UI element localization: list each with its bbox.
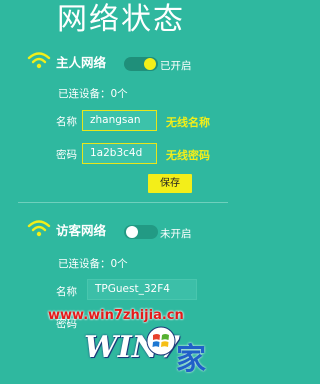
section-divider xyxy=(18,202,228,203)
guest-network-title: 访客网络 xyxy=(56,223,107,238)
toggle-knob xyxy=(144,58,156,70)
guest-network-toggle[interactable] xyxy=(124,225,158,239)
host-password-label: 密码 xyxy=(56,149,77,161)
host-password-annotation: 无线密码 xyxy=(166,149,210,162)
guest-name-field[interactable]: TPGuest_32F4 xyxy=(87,279,197,300)
host-name-field[interactable]: zhangsan xyxy=(82,110,157,131)
toggle-knob xyxy=(126,226,138,238)
host-name-annotation: 无线名称 xyxy=(166,116,210,129)
guest-connected-devices: 已连设备：0个 xyxy=(58,258,128,270)
wifi-icon xyxy=(27,52,51,69)
guest-name-label: 名称 xyxy=(56,286,77,298)
save-button[interactable]: 保存 xyxy=(148,174,192,193)
host-network-toggle[interactable] xyxy=(124,57,158,71)
logo-char: 家 xyxy=(176,342,206,377)
host-network-header: 主人网络 已开启 xyxy=(0,48,242,72)
page-title: 网络状态 xyxy=(57,2,185,37)
host-password-field[interactable]: 1a2b3c4d xyxy=(82,143,157,164)
watermark-logo: WIN7 家 xyxy=(84,324,224,380)
guest-network-header: 访客网络 未开启 xyxy=(0,216,242,240)
host-name-label: 名称 xyxy=(56,116,77,128)
watermark-url: www.win7zhijia.cn xyxy=(48,308,184,323)
windows-flag-icon xyxy=(146,326,176,356)
host-connected-devices: 已连设备：0个 xyxy=(58,88,128,100)
guest-network-status: 未开启 xyxy=(160,228,192,240)
host-network-title: 主人网络 xyxy=(56,55,107,70)
host-network-status: 已开启 xyxy=(160,60,192,72)
wifi-icon xyxy=(27,220,51,237)
